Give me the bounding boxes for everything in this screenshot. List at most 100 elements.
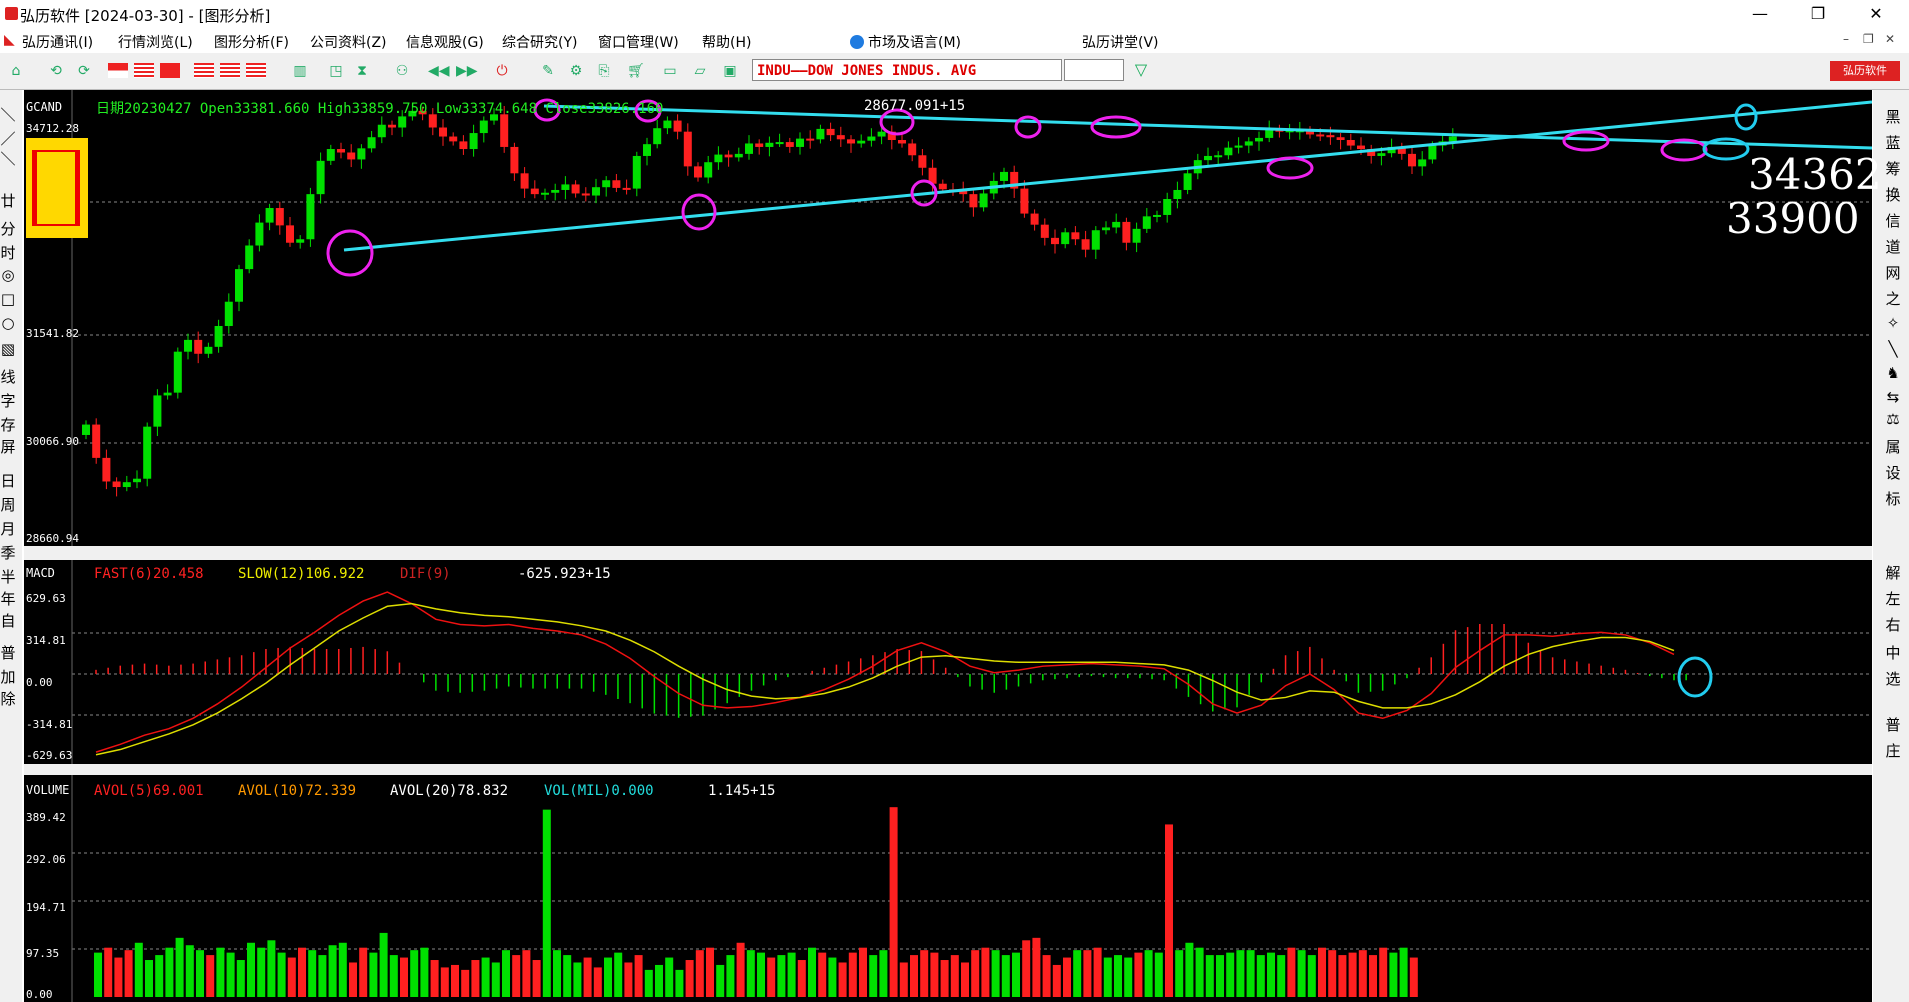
left-tool-7[interactable]: □ xyxy=(0,290,16,308)
right-tool-5[interactable]: 道 xyxy=(1883,236,1903,257)
menu-market-language[interactable]: 市场及语言(M) xyxy=(850,32,961,52)
menu-help[interactable]: 帮助(H) xyxy=(702,32,751,52)
forward-icon[interactable]: ▶▶ xyxy=(456,61,478,81)
left-tool-16[interactable]: 月 xyxy=(0,518,16,539)
menu-lecture[interactable]: 弘历讲堂(V) xyxy=(1082,32,1159,52)
left-tool-9[interactable]: ▧ xyxy=(0,340,16,358)
left-tool-2[interactable]: ＼ xyxy=(0,148,16,169)
right-tool-7[interactable]: 之 xyxy=(1883,288,1903,309)
bar-chart-icon[interactable]: ▥ xyxy=(290,61,310,81)
panel-divider[interactable] xyxy=(24,546,1872,560)
left-tool-5[interactable]: 时 xyxy=(0,242,16,263)
hourglass-icon[interactable]: ⧗ xyxy=(352,61,372,81)
macd-panel[interactable]: MACD FAST(6)20.458 SLOW(12)106.922 DIF(9… xyxy=(24,560,1872,764)
left-tool-21[interactable]: 普 xyxy=(0,642,16,663)
left-tool-10[interactable]: 线 xyxy=(0,366,16,387)
flag-malaysia-icon[interactable] xyxy=(134,63,154,78)
right-tool-20[interactable]: 选 xyxy=(1883,668,1903,689)
left-tool-13[interactable]: 屏 xyxy=(0,436,16,457)
right-tool-8[interactable]: ✧ xyxy=(1883,314,1903,332)
left-tool-4[interactable]: 分 xyxy=(0,218,16,239)
left-tool-1[interactable]: ／ xyxy=(0,128,16,149)
draw-tool-button[interactable] xyxy=(26,138,88,238)
menu-chart-analysis[interactable]: 图形分析(F) xyxy=(214,32,289,52)
left-tool-20[interactable]: 自 xyxy=(0,610,16,631)
right-tool-11[interactable]: ⇆ xyxy=(1883,388,1903,406)
left-tool-6[interactable]: ◎ xyxy=(0,266,16,284)
right-tool-9[interactable]: ╲ xyxy=(1883,340,1903,358)
right-tool-21[interactable]: 普 xyxy=(1883,714,1903,735)
cart-icon[interactable]: 🛒︎ xyxy=(626,61,646,81)
left-tool-11[interactable]: 字 xyxy=(0,390,16,411)
macd-chart[interactable] xyxy=(24,560,1872,764)
right-tool-6[interactable]: 网 xyxy=(1883,262,1903,283)
back-icon[interactable]: ◀◀ xyxy=(428,61,450,81)
right-tool-17[interactable]: 左 xyxy=(1883,588,1903,609)
right-tool-4[interactable]: 信 xyxy=(1883,210,1903,231)
home-icon[interactable]: ⌂ xyxy=(6,61,26,81)
left-tool-8[interactable]: ○ xyxy=(0,314,16,332)
monitor-icon[interactable]: ▣ xyxy=(720,61,740,81)
volume-bar xyxy=(308,950,317,997)
minimize-button[interactable]: — xyxy=(1740,3,1780,25)
left-tool-15[interactable]: 周 xyxy=(0,494,16,515)
left-tool-0[interactable]: ＼ xyxy=(0,104,16,125)
symbol-input[interactable]: INDU——DOW JONES INDUS. AVG xyxy=(752,59,1062,81)
right-tool-3[interactable]: 换 xyxy=(1883,184,1903,205)
chevron-down-icon[interactable]: ▽ xyxy=(1128,59,1154,81)
flag-us-icon-2[interactable] xyxy=(220,63,240,78)
close-button[interactable]: ✕ xyxy=(1856,3,1896,25)
sync-icon[interactable]: ⟳ xyxy=(74,61,94,81)
volume-chart[interactable] xyxy=(24,775,1872,1002)
mdi-restore-button[interactable]: ❐ xyxy=(1863,32,1874,46)
right-tool-16[interactable]: 解 xyxy=(1883,562,1903,583)
right-tool-12[interactable]: ⚖ xyxy=(1883,410,1903,428)
right-tool-18[interactable]: 右 xyxy=(1883,614,1903,635)
candle-panel[interactable]: GCAND 日期20230427 Open33381.660 High33859… xyxy=(24,90,1882,546)
volume-panel[interactable]: VOLUME AVOL(5)69.001 AVOL(10)72.339 AVOL… xyxy=(24,775,1872,1002)
left-tool-19[interactable]: 年 xyxy=(0,588,16,609)
left-tool-23[interactable]: 除 xyxy=(0,688,16,709)
right-tool-10[interactable]: ♞ xyxy=(1883,364,1903,382)
right-tool-0[interactable]: 黑 xyxy=(1883,106,1903,127)
maximize-button[interactable]: ❐ xyxy=(1798,3,1838,25)
volume-bar xyxy=(1297,950,1306,997)
mdi-close-button[interactable]: ✕ xyxy=(1885,32,1895,46)
refresh-icon[interactable]: ⟲ xyxy=(46,61,66,81)
menu-quotes[interactable]: 行情浏览(L) xyxy=(118,32,193,52)
draw-icon[interactable]: ✎ xyxy=(538,61,558,81)
candle-chart[interactable] xyxy=(24,90,1872,546)
right-tool-2[interactable]: 筹 xyxy=(1883,158,1903,179)
right-tool-1[interactable]: 蓝 xyxy=(1883,132,1903,153)
menu-company-info[interactable]: 公司资料(Z) xyxy=(310,32,387,52)
right-tool-22[interactable]: 庄 xyxy=(1883,740,1903,761)
flag-us-icon-1[interactable] xyxy=(194,63,214,78)
new-window-icon[interactable]: ◳ xyxy=(326,61,346,81)
panel-divider[interactable] xyxy=(24,764,1872,775)
menu-comm[interactable]: 弘历通讯(I) xyxy=(22,32,93,52)
right-tool-13[interactable]: 属 xyxy=(1883,436,1903,457)
left-tool-14[interactable]: 日 xyxy=(0,470,16,491)
left-tool-12[interactable]: 存 xyxy=(0,414,16,435)
menu-research[interactable]: 综合研究(Y) xyxy=(502,32,577,52)
open-folder-icon[interactable]: ▱ xyxy=(690,61,710,81)
right-tool-19[interactable]: 中 xyxy=(1883,642,1903,663)
left-tool-22[interactable]: 加 xyxy=(0,666,16,687)
flag-hongkong-icon[interactable] xyxy=(160,63,180,78)
export-icon[interactable]: ⎘ xyxy=(594,61,614,81)
left-tool-17[interactable]: 季 xyxy=(0,542,16,563)
left-tool-18[interactable]: 半 xyxy=(0,566,16,587)
flag-singapore-icon[interactable] xyxy=(108,63,128,78)
symbol-extra-input[interactable] xyxy=(1064,59,1124,81)
right-tool-15[interactable]: 标 xyxy=(1883,488,1903,509)
power-icon[interactable]: ⏻ xyxy=(492,61,512,81)
left-tool-3[interactable]: 廿 xyxy=(0,190,16,211)
settings-icon[interactable]: ⚙ xyxy=(566,61,586,81)
flag-us-icon-3[interactable] xyxy=(246,63,266,78)
menu-window-mgmt[interactable]: 窗口管理(W) xyxy=(598,32,679,52)
folder-icon[interactable]: ▭ xyxy=(660,61,680,81)
right-tool-14[interactable]: 设 xyxy=(1883,462,1903,483)
network-icon[interactable]: ⚇ xyxy=(392,61,412,81)
menu-info-view[interactable]: 信息观股(G) xyxy=(406,32,484,52)
mdi-minimize-button[interactable]: – xyxy=(1843,32,1849,46)
